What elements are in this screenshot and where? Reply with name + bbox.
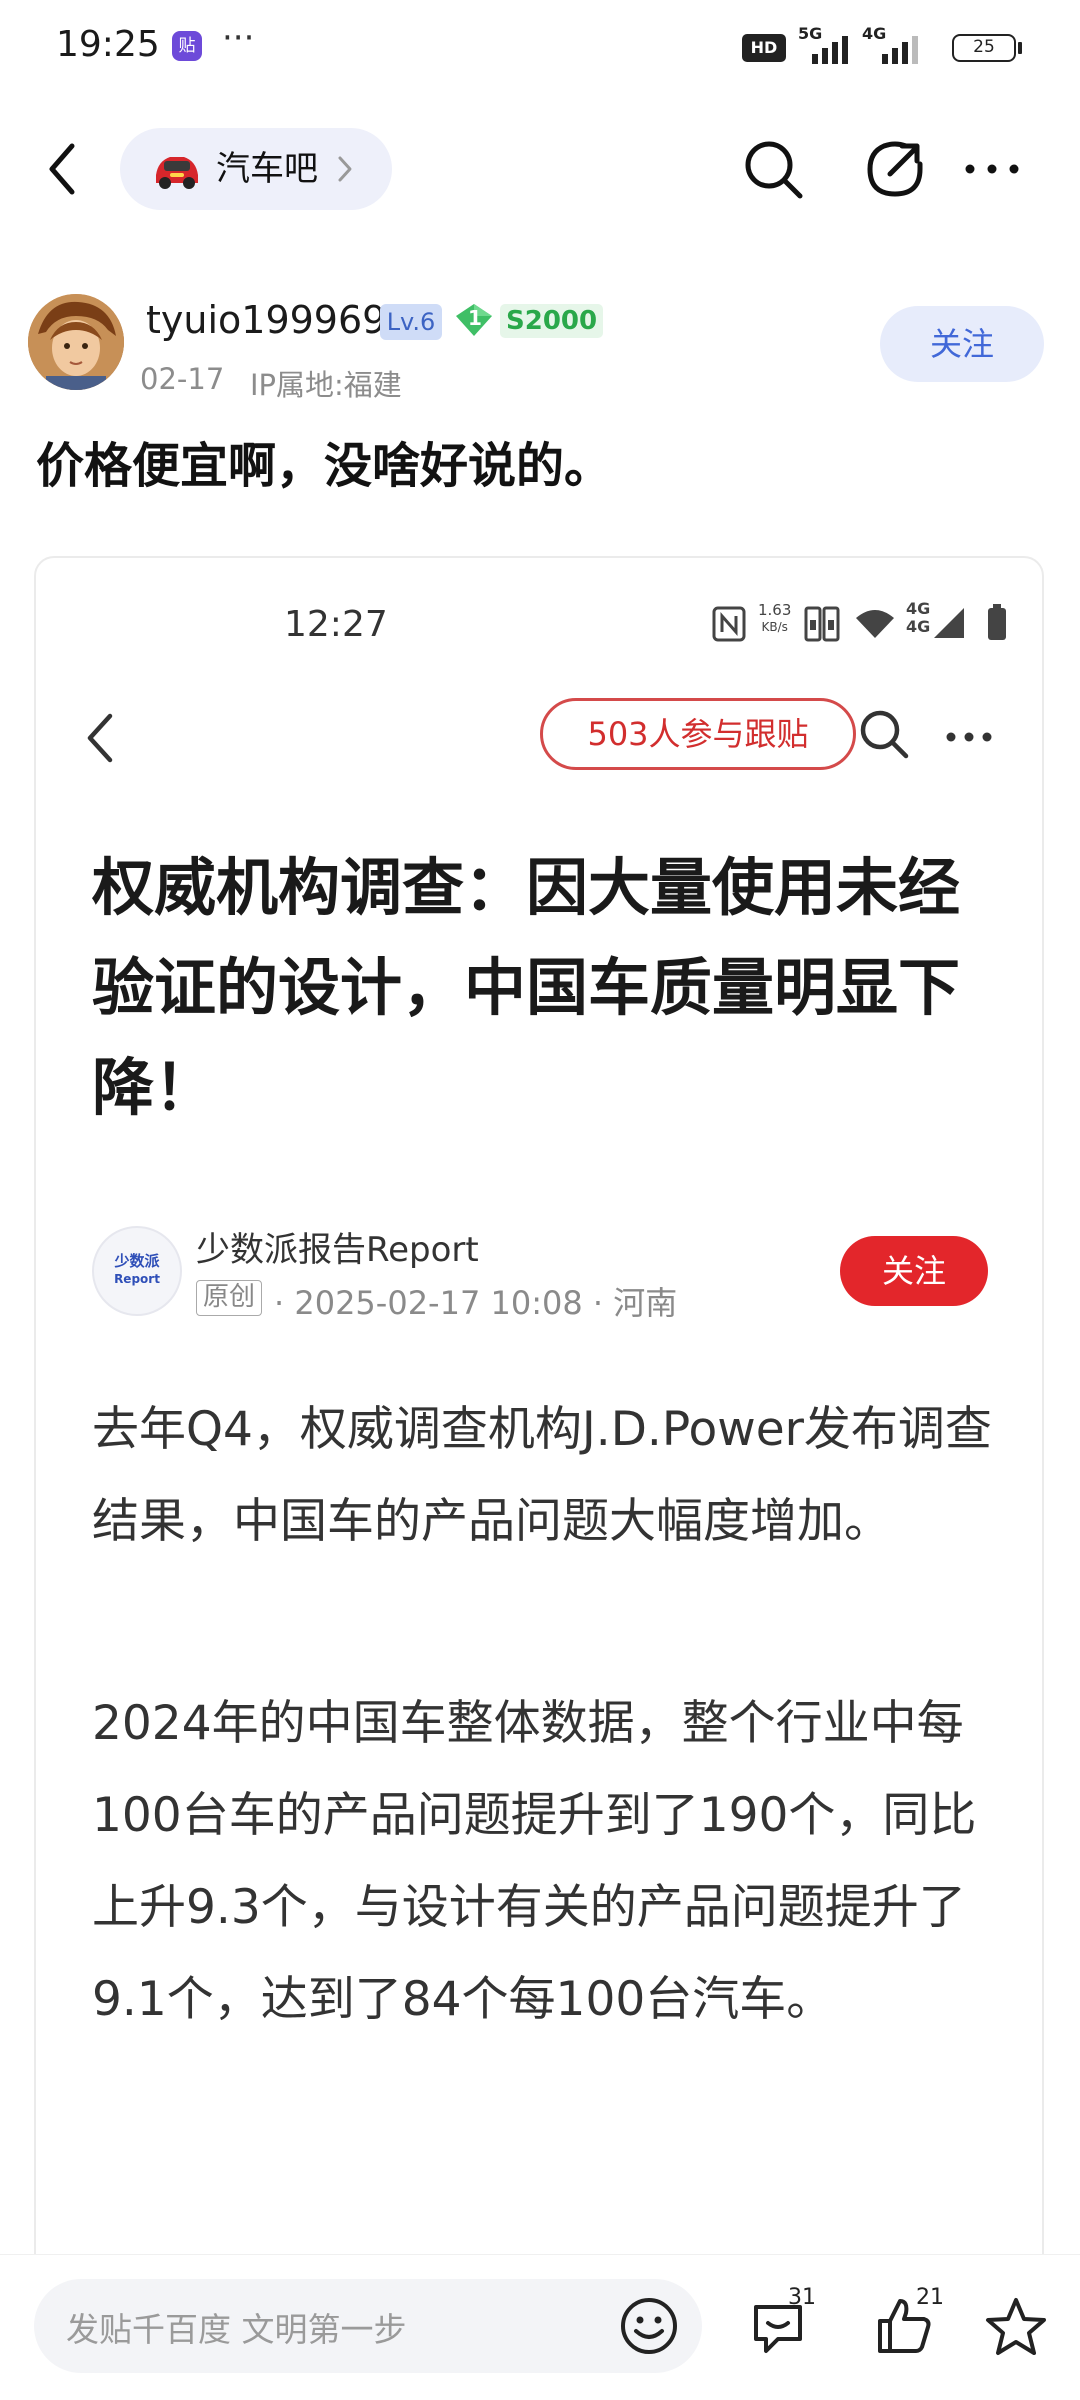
forum-name: 汽车吧 <box>216 149 318 189</box>
more-dots-icon <box>965 164 1019 174</box>
emoji-icon <box>621 2298 677 2354</box>
embedded-original-badge: 原创 <box>196 1280 263 1316</box>
chevron-right-icon <box>338 156 352 182</box>
embedded-follow-button: 关注 <box>840 1236 988 1306</box>
embedded-back-icon <box>87 713 113 763</box>
follow-author-button[interactable]: 关注 <box>880 306 1044 382</box>
battery-icon: 25 <box>952 34 1016 62</box>
favorite-button[interactable] <box>984 2295 1048 2359</box>
embedded-source-logo: 少数派 Report <box>92 1226 182 1316</box>
battery-tip <box>1018 42 1022 54</box>
embedded-signal-icon <box>934 608 964 638</box>
level-badge: Lv.6 <box>380 304 442 340</box>
more-options-button[interactable] <box>960 152 1024 186</box>
status-indicators: HD 5G 4G 25 <box>742 24 1022 68</box>
embedded-more-icon <box>946 732 992 742</box>
author-username[interactable]: tyuio199969 <box>146 298 386 342</box>
member-badge: 1 S2000 <box>454 300 604 340</box>
signal-4g-icon <box>862 28 926 68</box>
embedded-status-time: 12:27 <box>284 604 388 645</box>
embedded-paragraph: 去年Q4，权威调查机构J.D.Power发布调查结果，中国车的产品问题大幅度增加… <box>92 1402 992 1549</box>
post-date: 02-17 <box>140 362 225 396</box>
network-speed: 1.63 KB/s <box>758 601 792 635</box>
bottom-action-bar: 发贴千百度 文明第一步 31 21 <box>0 2254 1080 2400</box>
search-icon <box>745 141 803 199</box>
embedded-headline: 权威机构调查：因大量使用未经验证的设计，中国车质量明显下降！ <box>92 851 961 1124</box>
gem-level: 1 <box>468 306 482 330</box>
embedded-search-icon <box>860 710 909 759</box>
back-arrow-icon <box>49 143 75 195</box>
comment-count: 31 <box>788 2285 816 2310</box>
nfc-icon <box>712 606 746 642</box>
wifi-icon <box>856 610 894 638</box>
signal-5g-icon <box>798 28 858 68</box>
post-text: 价格便宜啊，没啥好说的。 <box>36 438 613 494</box>
embedded-paragraph: 2024年的中国车整体数据，整个行业中每100台车的产品问题提升到了190个，同… <box>92 1696 977 2027</box>
embedded-source-name: 少数派报告Report <box>196 1230 479 1270</box>
embedded-participants-badge: 503人参与跟贴 <box>540 698 856 770</box>
embedded-status-icons: 1.63 KB/s 4G 4G <box>712 600 1022 646</box>
reply-placeholder: 发贴千百度 文明第一步 <box>66 2310 407 2349</box>
hd-voice-icon: HD <box>742 34 786 62</box>
embedded-battery-icon <box>988 604 1006 640</box>
author-avatar[interactable] <box>28 294 124 390</box>
reply-input[interactable]: 发贴千百度 文明第一步 <box>34 2279 702 2373</box>
tieba-notification-icon: 贴 <box>172 31 202 61</box>
gem-score: S2000 <box>500 304 604 338</box>
emoji-button[interactable] <box>618 2295 680 2357</box>
ip-location: IP属地:福建 <box>250 368 402 402</box>
share-edit-button[interactable] <box>862 136 928 202</box>
source-logo-subtext: Report <box>114 1272 160 1286</box>
back-button[interactable] <box>40 134 90 204</box>
more-notifications-icon: ··· <box>222 18 255 58</box>
forum-entry-button[interactable]: 汽车吧 <box>120 128 392 210</box>
battery-level: 25 <box>973 37 995 57</box>
status-time: 19:25 <box>56 24 160 65</box>
share-edit-icon <box>867 141 923 197</box>
search-button[interactable] <box>740 136 806 202</box>
star-icon <box>986 2298 1046 2355</box>
like-count: 21 <box>916 2285 944 2310</box>
gem-level-icon: 1 <box>454 302 494 338</box>
embedded-source-meta: · 2025-02-17 10:08 · 河南 <box>274 1284 678 1322</box>
status-bar: 19:25 贴 ··· HD 5G 4G 25 <box>0 0 1080 96</box>
source-logo-text: 少数派 <box>114 1252 160 1270</box>
embedded-net-labels: 4G 4G <box>906 599 931 636</box>
forum-car-logo-icon <box>152 145 202 193</box>
embedded-screenshot[interactable]: 12:27 1.63 KB/s 4G 4G 503人参与跟贴 权威机构调查：因大… <box>34 556 1044 2400</box>
dual-sim-icon <box>804 606 840 642</box>
